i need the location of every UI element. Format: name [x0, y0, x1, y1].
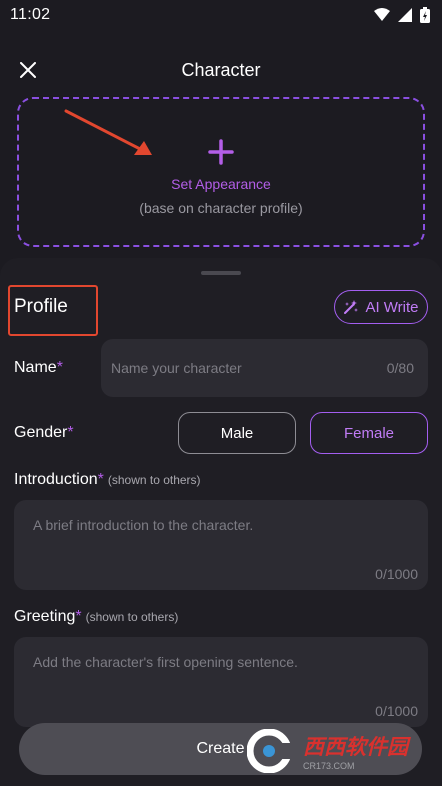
gender-option-female[interactable]: Female: [310, 412, 428, 454]
introduction-textarea[interactable]: A brief introduction to the character. 0…: [14, 500, 428, 590]
gender-option-male[interactable]: Male: [178, 412, 296, 454]
set-appearance-box[interactable]: Set Appearance (base on character profil…: [17, 97, 425, 247]
name-label-text: Name: [14, 359, 57, 376]
watermark-logo-icon: [247, 729, 299, 773]
status-time: 11:02: [10, 6, 51, 23]
ai-write-button[interactable]: AI Write: [334, 290, 428, 324]
battery-icon: [420, 7, 430, 23]
introduction-hint: (shown to others): [107, 473, 201, 487]
wifi-icon: [374, 8, 390, 21]
greeting-placeholder: Add the character's first opening senten…: [33, 654, 298, 670]
status-icons: [374, 7, 430, 23]
gender-label: Gender*: [14, 424, 74, 442]
name-label: Name*: [14, 359, 63, 377]
introduction-label: Introduction* (shown to others): [14, 471, 201, 489]
status-bar: 11:02: [0, 0, 442, 30]
name-input[interactable]: Name your character 0/80: [101, 339, 428, 397]
watermark-text-group: 西西软件园 CR173.COM: [303, 731, 408, 771]
watermark-subtext: CR173.COM: [303, 761, 355, 771]
greeting-label: Greeting* (shown to others): [14, 608, 178, 626]
close-button[interactable]: [14, 56, 42, 84]
set-appearance-sublabel: (base on character profile): [139, 200, 303, 216]
profile-sheet: Profile AI Write Name* Name your charact…: [0, 258, 442, 786]
introduction-label-text: Introduction: [14, 471, 98, 488]
greeting-label-text: Greeting: [14, 608, 76, 625]
watermark: 西西软件园 CR173.COM: [247, 727, 427, 775]
ai-write-label: AI Write: [365, 298, 419, 316]
required-mark: *: [67, 424, 74, 441]
required-mark: *: [97, 471, 104, 488]
page-title: Character: [181, 59, 261, 80]
introduction-placeholder: A brief introduction to the character.: [33, 517, 254, 533]
name-placeholder: Name your character: [111, 360, 242, 376]
required-mark: *: [56, 359, 63, 376]
signal-icon: [398, 8, 412, 22]
plus-icon: [208, 139, 234, 165]
profile-heading: Profile: [14, 296, 68, 317]
sheet-drag-handle[interactable]: [201, 271, 241, 275]
magic-wand-icon: [344, 300, 359, 314]
introduction-counter: 0/1000: [375, 566, 418, 582]
name-counter: 0/80: [386, 360, 414, 376]
gender-label-text: Gender: [14, 424, 68, 441]
greeting-counter: 0/1000: [375, 703, 418, 719]
greeting-textarea[interactable]: Add the character's first opening senten…: [14, 637, 428, 727]
close-icon: [20, 62, 36, 78]
set-appearance-label: Set Appearance: [171, 176, 271, 192]
watermark-text: 西西软件园: [303, 736, 408, 759]
header: Character: [0, 48, 442, 92]
greeting-hint: (shown to others): [85, 610, 179, 624]
required-mark: *: [75, 608, 82, 625]
create-button-label: Create: [196, 740, 245, 757]
